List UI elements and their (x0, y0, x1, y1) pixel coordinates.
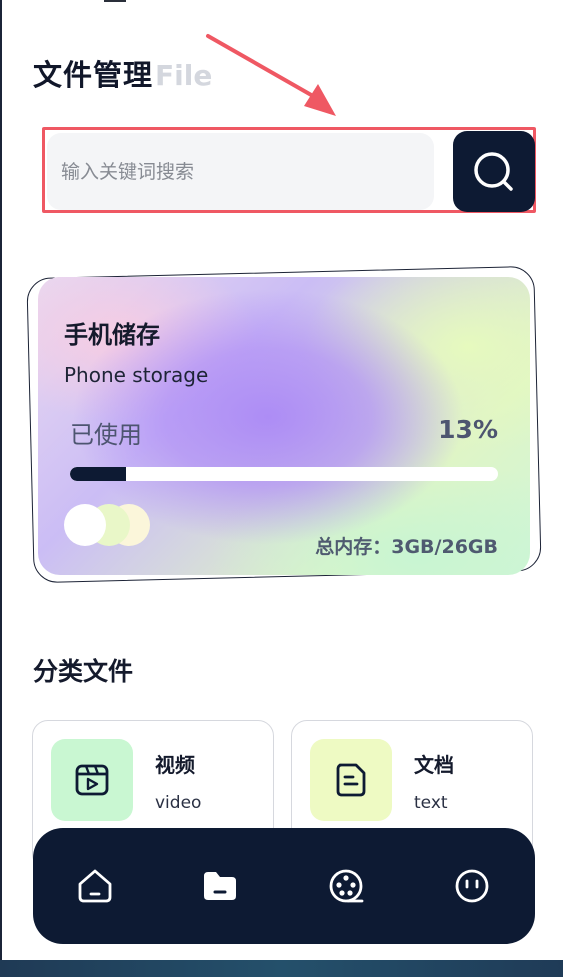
category-name: 文档 (414, 753, 454, 777)
category-sub: text (414, 793, 448, 813)
home-icon (78, 869, 112, 903)
search-button[interactable] (453, 131, 535, 212)
nav-home[interactable] (67, 858, 123, 914)
category-icon-box (310, 739, 392, 821)
used-label: 已使用 (70, 421, 142, 449)
page-title-text: 文件管理 (33, 58, 154, 92)
bottom-system-strip (0, 960, 563, 977)
folder-icon (204, 872, 236, 900)
storage-title: 手机储存 (64, 321, 160, 349)
film-reel-icon (329, 869, 364, 903)
search-icon (474, 151, 513, 191)
storage-subtitle: Phone storage (64, 363, 209, 387)
search-input[interactable] (47, 133, 434, 210)
file-manager-screen: 文件管理File 手机储存 Phone storage 已使用 13% 总内存：… (0, 0, 563, 960)
bottom-nav (33, 828, 535, 944)
left-border (0, 0, 2, 960)
document-icon (336, 763, 366, 797)
category-icon-box (51, 739, 133, 821)
category-sub: video (155, 793, 202, 813)
nav-profile[interactable] (444, 858, 500, 914)
storage-card[interactable]: 手机储存 Phone storage 已使用 13% 总内存：3GB/26GB (38, 277, 530, 575)
storage-progress-bar (70, 467, 498, 481)
storage-progress-fill (70, 467, 126, 481)
page-title: 文件管理File (33, 52, 212, 92)
total-memory: 总内存：3GB/26GB (315, 536, 498, 558)
decor-dot (64, 504, 106, 546)
annotation-arrow-icon (206, 34, 336, 116)
profile-icon (455, 869, 489, 903)
status-bar-mark (104, 0, 126, 2)
video-file-icon (75, 764, 109, 796)
category-name: 视频 (155, 753, 195, 777)
nav-media[interactable] (318, 858, 374, 914)
nav-files[interactable] (192, 858, 248, 914)
categories-title: 分类文件 (33, 657, 134, 686)
used-percent: 13% (438, 415, 498, 444)
